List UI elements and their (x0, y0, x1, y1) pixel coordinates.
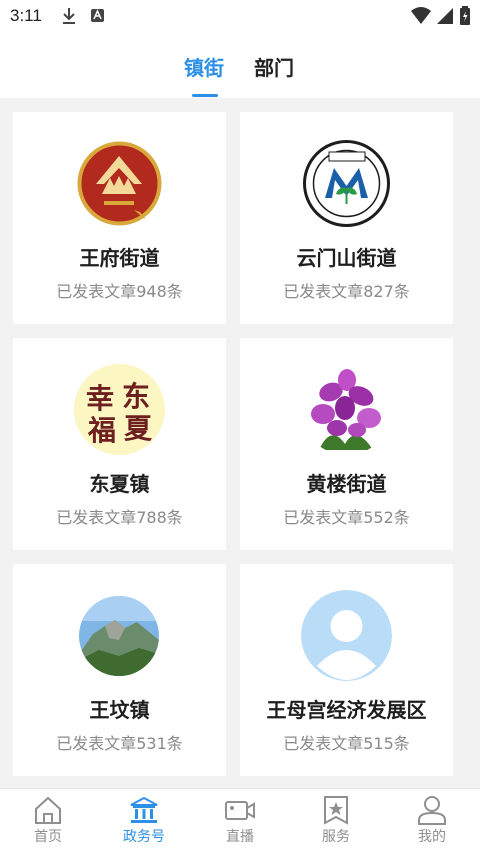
account-grid: 王府街道 已发表文章948条 云门山街道 已发表文章827条 幸 东 福 夏 东… (0, 98, 480, 788)
account-card[interactable]: 王府街道 已发表文章948条 (13, 112, 226, 324)
tab-towns[interactable]: 镇街 (184, 52, 224, 81)
nav-item-live[interactable]: 直播 (192, 789, 288, 853)
download-icon (63, 8, 75, 24)
mountain-photo-icon (79, 596, 159, 676)
nav-label: 直播 (226, 829, 254, 845)
battery-icon (460, 6, 470, 25)
article-count: 已发表文章552条 (283, 508, 410, 527)
article-count: 已发表文章948条 (56, 282, 183, 301)
active-tab-indicator (192, 94, 218, 97)
purple-flower-icon (301, 364, 392, 455)
logo-char: 幸 (86, 382, 114, 415)
account-card[interactable]: 王母宫经济发展区 已发表文章515条 (240, 564, 453, 776)
account-card[interactable]: 黄楼街道 已发表文章552条 (240, 338, 453, 550)
yunmenshan-emblem-icon (301, 138, 392, 229)
account-name: 东夏镇 (89, 472, 150, 496)
nav-label: 服务 (322, 829, 350, 845)
account-name: 黄楼街道 (306, 472, 387, 496)
dongxia-calligraphy-icon: 幸 东 福 夏 (74, 364, 165, 455)
nav-item-government[interactable]: 政务号 (96, 789, 192, 853)
user-icon (418, 796, 446, 825)
government-building-icon (130, 796, 158, 823)
account-name: 王坟镇 (89, 698, 150, 722)
tab-departments[interactable]: 部门 (254, 52, 294, 81)
nav-item-mine[interactable]: 我的 (384, 789, 480, 853)
wangfu-emblem-icon (74, 138, 165, 229)
home-icon (35, 796, 61, 824)
nav-label: 首页 (34, 829, 62, 845)
nav-label: 政务号 (123, 829, 165, 845)
bottom-nav: 首页 政务号 直播 服务 我的 (0, 788, 480, 853)
default-avatar-icon (301, 590, 392, 681)
account-name: 王母宫经济发展区 (266, 698, 427, 722)
logo-char: 福 (87, 414, 116, 447)
article-count: 已发表文章531条 (56, 734, 183, 753)
nav-label: 我的 (418, 829, 446, 845)
nav-item-home[interactable]: 首页 (0, 789, 96, 853)
account-card[interactable]: 王坟镇 已发表文章531条 (13, 564, 226, 776)
logo-char: 夏 (124, 412, 153, 445)
logo-char: 东 (122, 380, 150, 413)
app-notification-icon (91, 9, 104, 22)
account-name: 王府街道 (79, 246, 160, 270)
video-camera-icon (225, 801, 255, 820)
status-time: 3:11 (10, 6, 42, 25)
account-card[interactable]: 幸 东 福 夏 东夏镇 已发表文章788条 (13, 338, 226, 550)
status-bar: 3:11 (0, 0, 480, 34)
cellular-signal-icon (437, 8, 453, 24)
article-count: 已发表文章515条 (283, 734, 410, 753)
nav-item-services[interactable]: 服务 (288, 789, 384, 853)
account-name: 云门山街道 (296, 246, 397, 270)
bookmark-star-icon (324, 796, 348, 825)
top-tab-bar: 镇街 部门 (0, 34, 480, 98)
wifi-icon (411, 7, 431, 24)
article-count: 已发表文章827条 (283, 282, 410, 301)
account-card[interactable]: 云门山街道 已发表文章827条 (240, 112, 453, 324)
article-count: 已发表文章788条 (56, 508, 183, 527)
